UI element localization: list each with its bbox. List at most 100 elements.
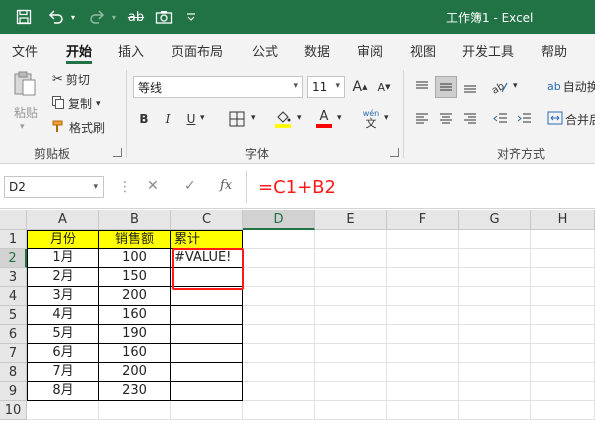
tab-formulas[interactable]: 公式 (252, 41, 278, 60)
grid-cell[interactable] (387, 287, 459, 306)
tab-data[interactable]: 数据 (304, 41, 330, 60)
error-value-cell[interactable]: #VALUE! (171, 249, 243, 268)
header-cell-sales[interactable]: 销售额 (99, 230, 171, 249)
row-header-3[interactable]: 3 (0, 268, 27, 287)
align-right-button[interactable] (459, 108, 481, 130)
grid-cell[interactable] (27, 401, 99, 420)
phonetic-button[interactable]: wén 文 (360, 108, 382, 130)
underline-dropdown-icon[interactable]: ▾ (200, 113, 205, 123)
header-cell-month[interactable]: 月份 (27, 230, 99, 249)
row-header-5[interactable]: 5 (0, 306, 27, 325)
total-cell[interactable] (171, 325, 243, 344)
worksheet-grid[interactable]: A B C D E F G H 1 2 3 4 5 6 7 8 9 10 月份 销售额 累计 1月 100… (0, 210, 595, 425)
tab-help[interactable]: 帮助 (541, 41, 567, 60)
grid-cell[interactable] (387, 230, 459, 249)
grid-cell[interactable] (243, 287, 315, 306)
font-size-combo[interactable]: 11 ▾ (307, 76, 345, 98)
decrease-indent-button[interactable] (489, 108, 511, 130)
orientation-dropdown-icon[interactable]: ▾ (513, 81, 518, 91)
sales-cell[interactable]: 200 (99, 287, 171, 306)
wrap-text-button[interactable]: ab 自动换 (547, 78, 595, 95)
row-header-8[interactable]: 8 (0, 363, 27, 382)
grid-cell[interactable] (315, 382, 387, 401)
row-header-9[interactable]: 9 (0, 382, 27, 401)
fill-color-button[interactable] (272, 108, 294, 130)
grid-cell[interactable] (315, 363, 387, 382)
grid-cell[interactable] (531, 344, 595, 363)
grid-cell[interactable] (315, 249, 387, 268)
grid-cell[interactable] (99, 401, 171, 420)
redo-dropdown-icon[interactable]: ▾ (109, 7, 119, 27)
redo-icon[interactable] (86, 7, 108, 27)
grid-cell[interactable] (387, 249, 459, 268)
tab-view[interactable]: 视图 (410, 41, 436, 60)
cancel-icon[interactable]: ✕ (147, 178, 159, 194)
month-cell[interactable]: 7月 (27, 363, 99, 382)
column-header-f[interactable]: F (387, 210, 459, 230)
row-header-2[interactable]: 2 (0, 249, 27, 268)
grow-font-button[interactable]: A ▲ (349, 76, 371, 98)
clipboard-launcher-icon[interactable] (113, 148, 122, 157)
grid-cell[interactable] (315, 268, 387, 287)
save-icon[interactable] (14, 7, 34, 27)
grid-cell[interactable] (315, 344, 387, 363)
column-header-d[interactable]: D (243, 210, 315, 230)
align-middle-button[interactable] (435, 76, 457, 98)
select-all-corner[interactable] (0, 210, 27, 230)
grid-cell[interactable] (531, 325, 595, 344)
formula-input[interactable]: =C1+B2 (258, 178, 336, 198)
grid-cell[interactable] (387, 363, 459, 382)
grid-cell[interactable] (387, 382, 459, 401)
sales-cell[interactable]: 100 (99, 249, 171, 268)
grid-cell[interactable] (387, 325, 459, 344)
grid-cell[interactable] (243, 268, 315, 287)
font-color-dropdown-icon[interactable]: ▾ (337, 113, 342, 123)
grid-cell[interactable] (243, 363, 315, 382)
sales-cell[interactable]: 160 (99, 344, 171, 363)
total-cell[interactable] (171, 287, 243, 306)
grid-cell[interactable] (171, 401, 243, 420)
fill-color-dropdown-icon[interactable]: ▾ (297, 113, 302, 123)
grid-cell[interactable] (531, 287, 595, 306)
grid-cell[interactable] (531, 230, 595, 249)
grid-cell[interactable] (459, 268, 531, 287)
strikethrough-icon[interactable]: ab (125, 7, 147, 27)
paste-icon[interactable] (12, 70, 38, 98)
camera-icon[interactable] (154, 7, 174, 27)
borders-button[interactable] (226, 108, 248, 130)
total-cell[interactable] (171, 268, 243, 287)
grid-cell[interactable] (459, 401, 531, 420)
italic-button[interactable]: I (157, 108, 179, 130)
customize-icon[interactable] (184, 7, 198, 27)
align-bottom-button[interactable] (459, 76, 481, 98)
header-cell-total[interactable]: 累计 (171, 230, 243, 249)
enter-icon[interactable]: ✓ (184, 178, 196, 194)
grid-cell[interactable] (243, 249, 315, 268)
align-left-button[interactable] (411, 108, 433, 130)
grid-cell[interactable] (459, 287, 531, 306)
row-header-4[interactable]: 4 (0, 287, 27, 306)
total-cell[interactable] (171, 363, 243, 382)
tab-developer[interactable]: 开发工具 (462, 41, 514, 60)
grid-cell[interactable] (387, 401, 459, 420)
copy-button[interactable]: 复制 ▾ (52, 95, 101, 112)
grid-cell[interactable] (315, 401, 387, 420)
total-cell[interactable] (171, 306, 243, 325)
column-header-b[interactable]: B (99, 210, 171, 230)
grid-cell[interactable] (315, 325, 387, 344)
name-box[interactable]: D2 ▾ (4, 176, 104, 198)
increase-indent-button[interactable] (513, 108, 535, 130)
grid-cell[interactable] (531, 363, 595, 382)
borders-dropdown-icon[interactable]: ▾ (251, 113, 256, 123)
grid-cell[interactable] (459, 249, 531, 268)
paste-label[interactable]: 粘贴 (14, 104, 38, 121)
grid-cell[interactable] (387, 344, 459, 363)
grid-cell[interactable] (387, 306, 459, 325)
font-name-combo[interactable]: 等线 ▾ (133, 76, 303, 98)
row-header-10[interactable]: 10 (0, 401, 27, 420)
month-cell[interactable]: 4月 (27, 306, 99, 325)
paste-dropdown-icon[interactable]: ▾ (20, 122, 25, 132)
grid-cell[interactable] (315, 306, 387, 325)
grid-cell[interactable] (243, 344, 315, 363)
grid-cell[interactable] (459, 344, 531, 363)
